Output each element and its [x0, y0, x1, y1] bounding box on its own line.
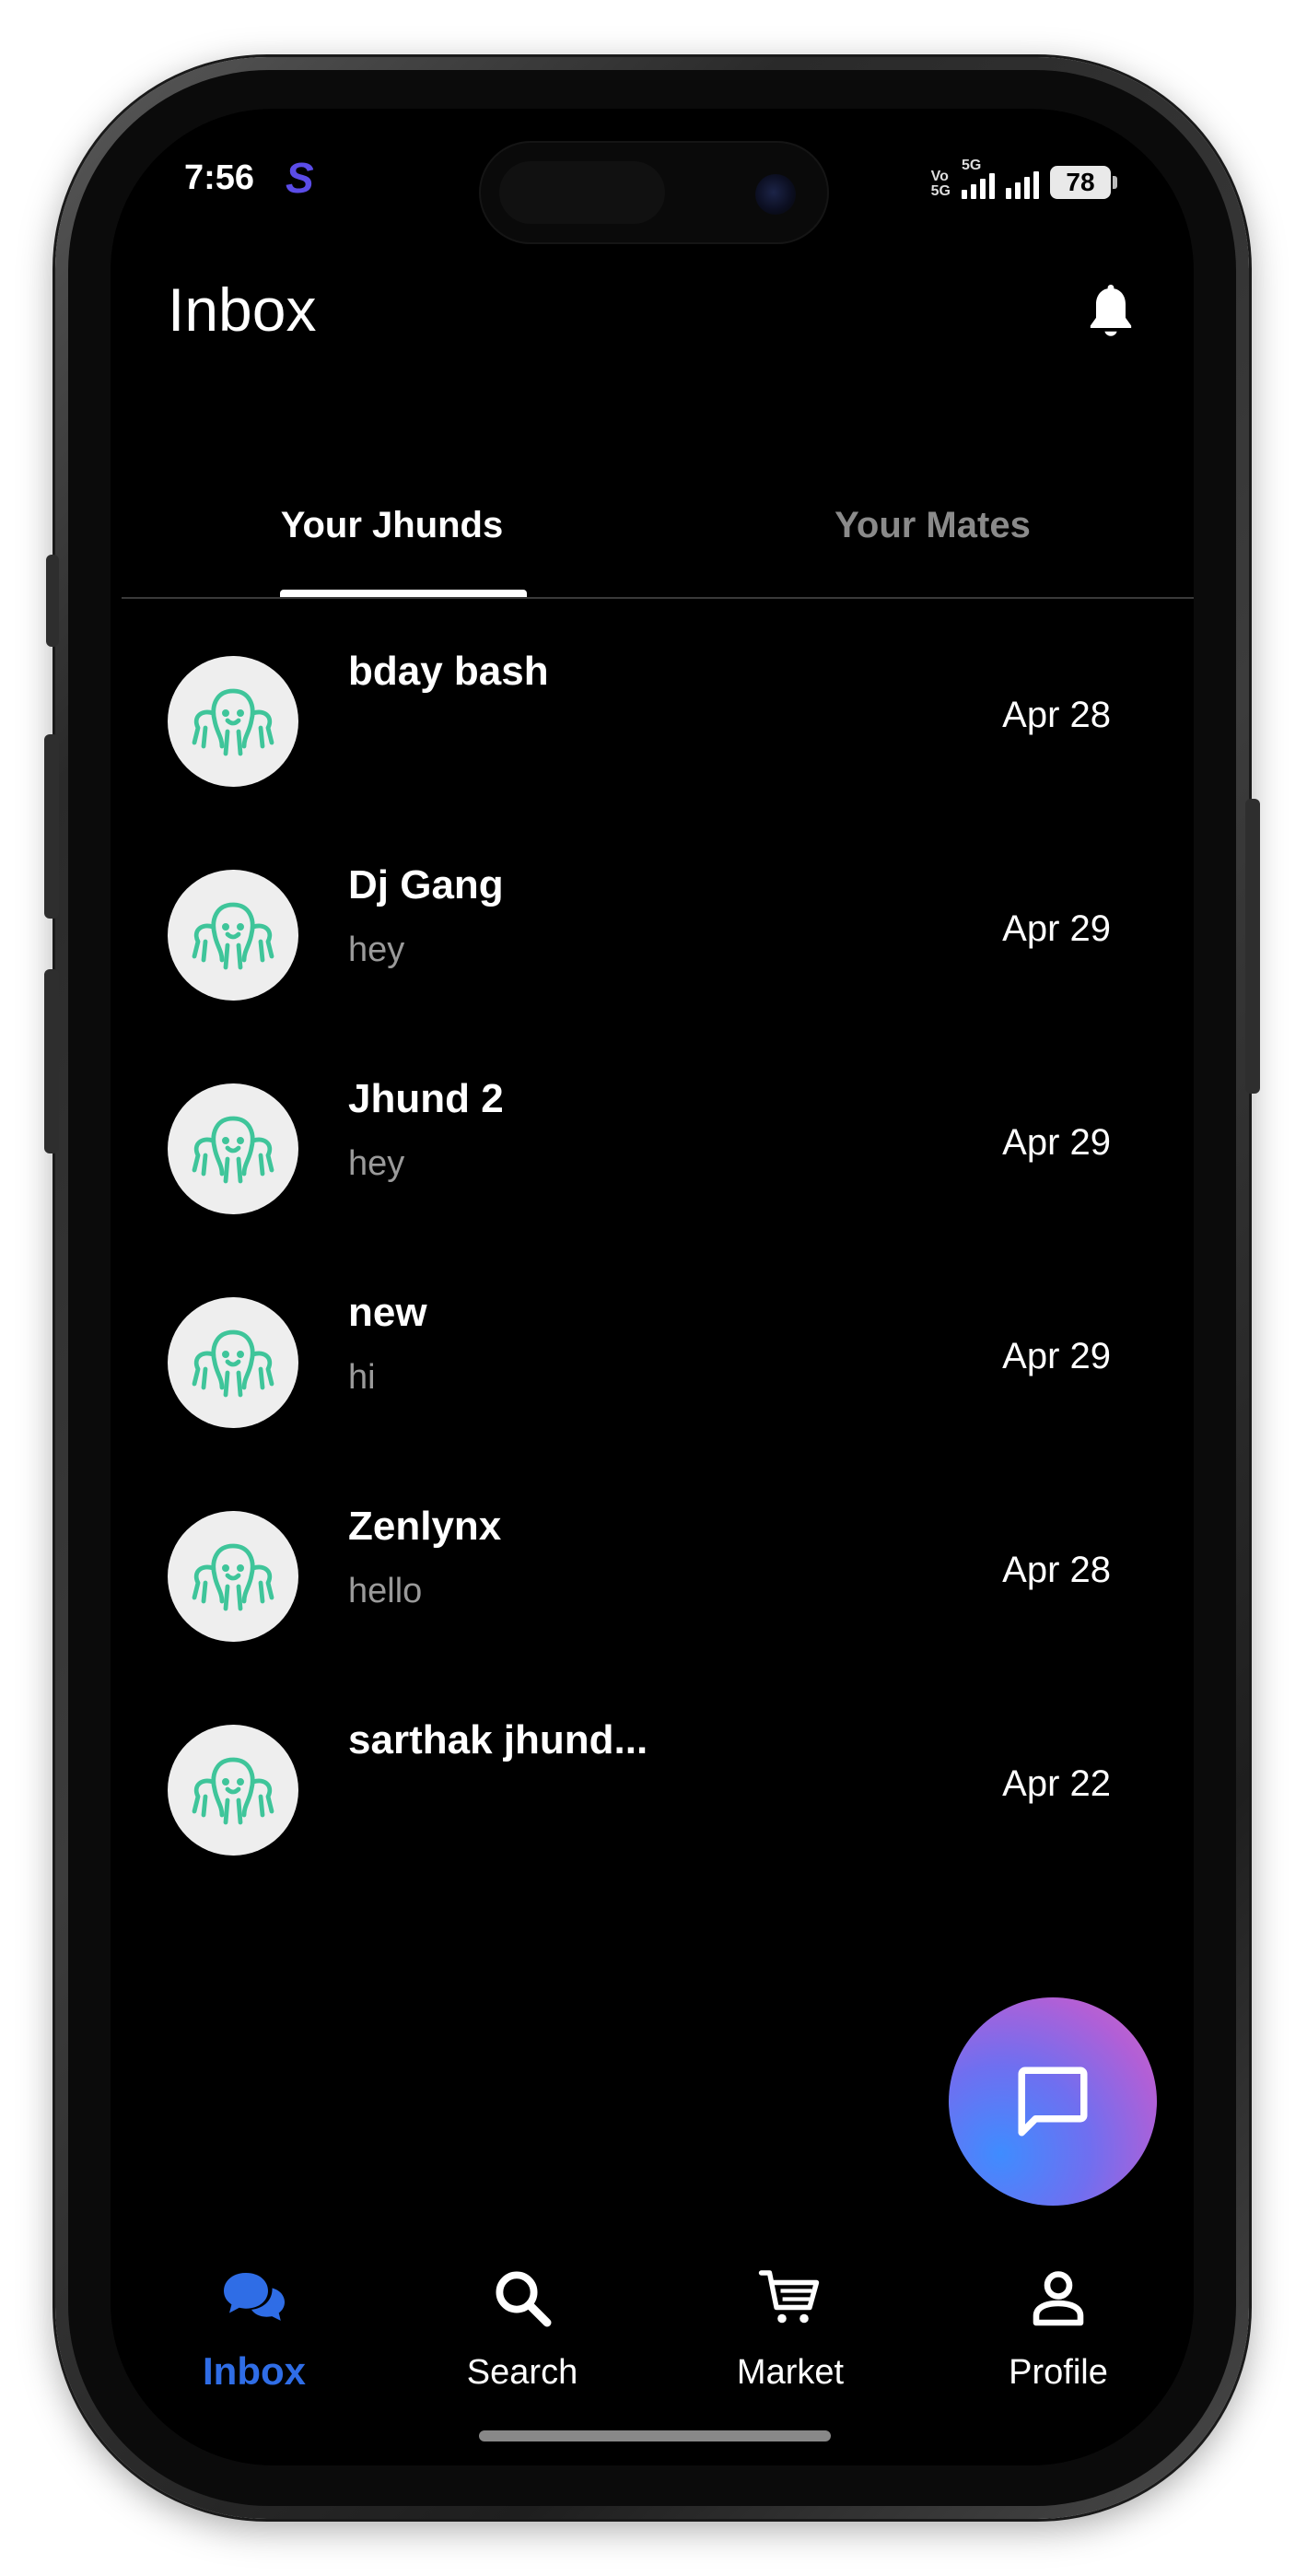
dynamic-island [479, 141, 829, 244]
avatar [168, 1083, 298, 1214]
cart-icon [758, 2270, 820, 2324]
chat-bubbles-icon [224, 2273, 285, 2321]
active-tab-indicator [280, 590, 527, 597]
chat-name: new [348, 1290, 427, 1335]
chat-bubble-icon [1018, 2067, 1088, 2137]
status-time: 7:56 [184, 158, 255, 197]
signal-bars-icon [962, 173, 995, 199]
bell-icon[interactable] [1083, 284, 1138, 343]
chat-name: Jhund 2 [348, 1076, 504, 1121]
chat-preview: hey [348, 1144, 405, 1183]
jhund-group-icon [192, 1757, 274, 1825]
chat-row[interactable]: Jhund 2 hey Apr 29 [111, 1034, 1194, 1249]
jhund-group-icon [192, 688, 274, 756]
tab-divider [122, 597, 1194, 599]
avatar [168, 656, 298, 787]
nav-label: Profile [1009, 2353, 1108, 2392]
chat-date: Apr 28 [1002, 695, 1111, 735]
chat-preview: hey [348, 931, 405, 969]
chat-name: Dj Gang [348, 862, 504, 907]
jhund-group-icon [192, 1543, 274, 1611]
power-button [1245, 799, 1260, 1094]
signal-5g-label: 5G [962, 158, 982, 173]
chat-preview: hello [348, 1572, 423, 1610]
jhund-group-icon [192, 1116, 274, 1184]
chat-date: Apr 29 [1002, 1122, 1111, 1163]
chat-row[interactable]: sarthak jhund... Apr 22 [111, 1675, 1194, 1891]
chat-date: Apr 29 [1002, 908, 1111, 949]
app-notification-icon: S [286, 154, 314, 202]
tab-label: Your Jhunds [280, 505, 504, 545]
volte-5g-label: 5G [930, 183, 951, 199]
jhund-group-icon [192, 902, 274, 970]
tab-bar: Your Jhunds Your Mates [122, 505, 1194, 597]
chat-date: Apr 29 [1002, 1336, 1111, 1376]
chat-name: bday bash [348, 649, 549, 694]
volume-down-button [44, 969, 59, 1153]
avatar [168, 1511, 298, 1642]
nav-inbox[interactable]: Inbox [144, 2255, 365, 2421]
chat-date: Apr 22 [1002, 1763, 1111, 1804]
nav-profile[interactable]: Profile [948, 2255, 1169, 2421]
volte-indicator: Vo 5G [931, 170, 951, 199]
status-icons: Vo 5G 5G 78 [931, 158, 1117, 199]
signal-bars-2-icon [1006, 166, 1039, 199]
page-title: Inbox [168, 275, 317, 344]
tab-your-jhunds[interactable]: Your Jhunds [122, 505, 662, 597]
nav-label: Market [736, 2353, 845, 2392]
new-chat-button[interactable] [949, 1997, 1157, 2206]
volume-up-button [44, 734, 59, 919]
chat-name: Zenlynx [348, 1504, 502, 1549]
chat-name: sarthak jhund... [348, 1717, 648, 1762]
avatar [168, 1297, 298, 1428]
avatar [168, 1725, 298, 1856]
tab-label: Your Mates [834, 505, 1031, 545]
chat-row[interactable]: new hi Apr 29 [111, 1247, 1194, 1463]
chat-preview: hi [348, 1358, 376, 1397]
island-sensor [499, 161, 665, 224]
chat-row[interactable]: bday bash Apr 28 [111, 606, 1194, 822]
bottom-navigation: Inbox Search Market Profile [111, 2255, 1194, 2421]
app-screen: 7:56 S Vo 5G 5G 78 Inbox Your Jhunds You… [111, 109, 1194, 2465]
person-icon [1033, 2271, 1084, 2326]
nav-label: Search [466, 2353, 578, 2392]
nav-search[interactable]: Search [412, 2255, 633, 2421]
jhund-group-icon [192, 1329, 274, 1398]
chat-date: Apr 28 [1002, 1550, 1111, 1590]
battery-icon: 78 [1050, 166, 1117, 199]
home-indicator[interactable] [479, 2430, 831, 2441]
signal-1: 5G [962, 158, 995, 199]
action-button [46, 555, 59, 647]
chat-row[interactable]: Dj Gang hey Apr 29 [111, 820, 1194, 1036]
front-camera [755, 174, 796, 215]
search-icon [496, 2271, 552, 2327]
nav-market[interactable]: Market [680, 2255, 901, 2421]
volte-label: Vo [930, 169, 949, 184]
avatar [168, 870, 298, 1001]
nav-label: Inbox [203, 2349, 306, 2393]
tab-your-mates[interactable]: Your Mates [662, 505, 1194, 597]
chat-row[interactable]: Zenlynx hello Apr 28 [111, 1461, 1194, 1677]
